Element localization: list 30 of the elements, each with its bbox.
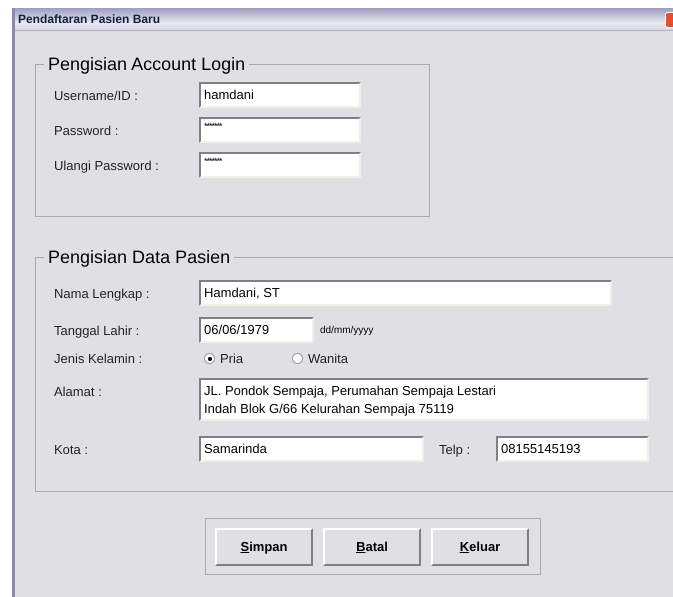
field-label: Kota : (54, 442, 89, 456)
radio-option[interactable]: Wanita (292, 351, 380, 366)
input-field[interactable]: Samarinda (199, 436, 424, 462)
date-format-hint: dd/mm/yyyy (320, 324, 374, 336)
radio-icon[interactable] (204, 353, 215, 364)
group-title: Pengisian Account Login (47, 54, 246, 75)
field-label: Password : (54, 122, 120, 138)
field-label: Username/ID : (54, 88, 139, 102)
radio-option[interactable]: Pria (204, 351, 292, 366)
radio-icon[interactable] (292, 353, 303, 364)
field-label: Tanggal Lahir : (54, 322, 140, 338)
option-label: Wanita (308, 351, 348, 366)
input-field[interactable]: hamdani (199, 82, 361, 108)
field-label: Telp : (439, 442, 472, 456)
field-label: Jenis Kelamin : (54, 351, 144, 366)
option-label: Pria (220, 351, 244, 366)
input-field[interactable]: 08155145193 (496, 436, 649, 462)
password-field[interactable]: ******* (199, 152, 361, 178)
input-field[interactable]: Hamdani, ST (199, 280, 612, 306)
window-title: Pendaftaran Pasien Baru (18, 12, 160, 26)
address-field[interactable]: JL. Pondok Sempaja, Perumahan Sempaja Lestari Indah Blok G/66 Kelurahan Sempaja 75119 (199, 378, 649, 421)
dialog-button[interactable]: Keluar (431, 528, 529, 566)
date-field[interactable]: 06/06/1979 (199, 317, 314, 343)
field-label: Alamat : (54, 384, 103, 399)
field-label: Ulangi Password : (54, 158, 160, 172)
field-label: Nama Lengkap : (54, 286, 150, 300)
dialog-button[interactable]: Batal (323, 528, 421, 566)
password-field[interactable]: ******* (199, 117, 361, 143)
group-title: Pengisian Data Pasien (47, 247, 232, 268)
dialog-button[interactable]: Simpan (215, 528, 313, 566)
